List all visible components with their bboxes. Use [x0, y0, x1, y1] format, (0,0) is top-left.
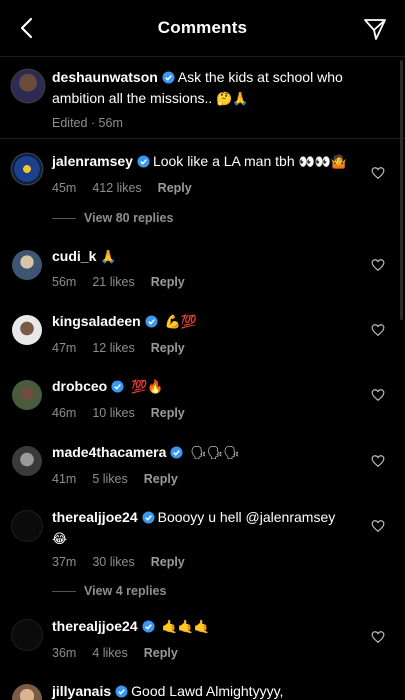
- heart-icon[interactable]: [371, 630, 385, 644]
- comment-likes[interactable]: 4 likes: [92, 646, 127, 660]
- comment-text: Boooyy u hell @jalenramsey: [157, 509, 336, 525]
- heart-icon[interactable]: [371, 388, 385, 402]
- comment-likes[interactable]: 412 likes: [92, 181, 141, 195]
- comment-emoji: 🗣🗣🗣: [190, 446, 240, 461]
- view-replies-button[interactable]: View 4 replies: [52, 584, 166, 598]
- heart-icon[interactable]: [371, 258, 385, 272]
- comment-likes[interactable]: 10 likes: [92, 406, 134, 420]
- reply-button[interactable]: Reply: [151, 275, 185, 289]
- comment-item: made4thacamera 🗣🗣🗣 41m 5 likes Reply: [0, 440, 405, 496]
- comment-time: 46m: [52, 406, 77, 420]
- caption-emoji: 🤔🙏: [216, 92, 249, 107]
- comment-item: kingsaladeen 💪💯 47m 12 likes Reply: [0, 309, 405, 365]
- heart-icon[interactable]: [371, 519, 385, 533]
- verified-icon: [145, 314, 158, 333]
- header: Comments: [0, 0, 405, 57]
- avatar[interactable]: [12, 70, 44, 102]
- reply-button[interactable]: Reply: [144, 472, 178, 486]
- avatar[interactable]: [12, 446, 42, 476]
- comment-username[interactable]: kingsaladeen: [52, 313, 141, 329]
- reply-button[interactable]: Reply: [151, 341, 185, 355]
- comment-time: 37m: [52, 555, 77, 569]
- reply-button[interactable]: Reply: [158, 181, 192, 195]
- reply-button[interactable]: Reply: [151, 555, 185, 569]
- divider: [52, 590, 76, 592]
- avatar[interactable]: [12, 315, 42, 345]
- comment-emoji: 💯🔥: [131, 380, 164, 395]
- verified-icon: [142, 510, 155, 529]
- page-title: Comments: [157, 18, 248, 37]
- comment-username[interactable]: jalenramsey: [52, 153, 133, 169]
- caption-username[interactable]: deshaunwatson: [52, 69, 158, 85]
- comment-username[interactable]: therealjjoe24: [52, 509, 138, 525]
- comment-likes[interactable]: 5 likes: [92, 472, 127, 486]
- verified-icon: [170, 445, 183, 464]
- comment-time: 56m: [52, 275, 77, 289]
- heart-icon[interactable]: [371, 454, 385, 468]
- verified-icon: [115, 684, 128, 700]
- avatar[interactable]: [12, 380, 42, 410]
- caption-meta: Edited · 56m: [52, 116, 123, 130]
- avatar[interactable]: [12, 684, 42, 700]
- verified-icon: [142, 619, 155, 638]
- verified-icon: [137, 154, 150, 173]
- reply-button[interactable]: Reply: [151, 406, 185, 420]
- comment-text: Look like a LA man tbh: [152, 153, 295, 169]
- comment-item: therealjjoe24 Boooyy u hell @jalenramsey 😂…: [0, 505, 405, 569]
- comment-emoji: 💪💯: [164, 315, 197, 330]
- comment-time: 41m: [52, 472, 77, 486]
- comment-username[interactable]: drobceo: [52, 378, 107, 394]
- comment-likes[interactable]: 30 likes: [92, 555, 134, 569]
- comment-time: 47m: [52, 341, 77, 355]
- divider: [52, 217, 76, 219]
- chevron-left-icon: [20, 17, 33, 39]
- comments-screen: Comments deshaunwatson Ask the kids at sc…: [0, 0, 405, 700]
- caption-text: deshaunwatson Ask the kids at school who …: [52, 69, 343, 107]
- comment-likes[interactable]: 12 likes: [92, 341, 134, 355]
- comment-item: jillyanais Good Lawd Almightyyyy,: [0, 680, 405, 700]
- avatar[interactable]: [12, 511, 42, 541]
- avatar[interactable]: [12, 154, 42, 184]
- comment-username[interactable]: therealjjoe24: [52, 618, 138, 634]
- avatar[interactable]: [12, 250, 42, 280]
- back-button[interactable]: [12, 14, 40, 42]
- verified-icon: [111, 379, 124, 398]
- comment-time: 36m: [52, 646, 77, 660]
- send-icon: [364, 19, 386, 40]
- heart-icon[interactable]: [371, 323, 385, 337]
- share-button[interactable]: [361, 15, 389, 43]
- reply-button[interactable]: Reply: [144, 646, 178, 660]
- post-caption: deshaunwatson Ask the kids at school who …: [0, 56, 405, 139]
- comment-item: drobceo 💯🔥 46m 10 likes Reply: [0, 374, 405, 430]
- comment-emoji: 👀👀🤷: [298, 155, 348, 170]
- comment-item: cudi_k 🙏 56m 21 likes Reply: [0, 244, 405, 300]
- avatar[interactable]: [12, 620, 42, 650]
- scrollbar[interactable]: [400, 60, 403, 320]
- comment-emoji: 🙏: [100, 250, 117, 265]
- comment-username[interactable]: made4thacamera: [52, 444, 166, 460]
- comment-username[interactable]: cudi_k: [52, 248, 96, 264]
- comment-item: jalenramsey Look like a LA man tbh 👀👀🤷 45…: [0, 146, 405, 208]
- comment-emoji: 😂: [52, 532, 68, 547]
- comment-item: therealjjoe24 🤙🤙🤙 36m 4 likes Reply: [0, 614, 405, 670]
- verified-icon: [162, 70, 175, 89]
- comment-time: 45m: [52, 181, 77, 195]
- comment-emoji: 🤙🤙🤙: [161, 620, 211, 635]
- view-replies-button[interactable]: View 80 replies: [52, 211, 173, 225]
- comment-username[interactable]: jillyanais: [52, 683, 111, 699]
- comment-text: Good Lawd Almightyyyy,: [131, 683, 284, 699]
- comment-likes[interactable]: 21 likes: [92, 275, 134, 289]
- heart-icon[interactable]: [371, 166, 385, 180]
